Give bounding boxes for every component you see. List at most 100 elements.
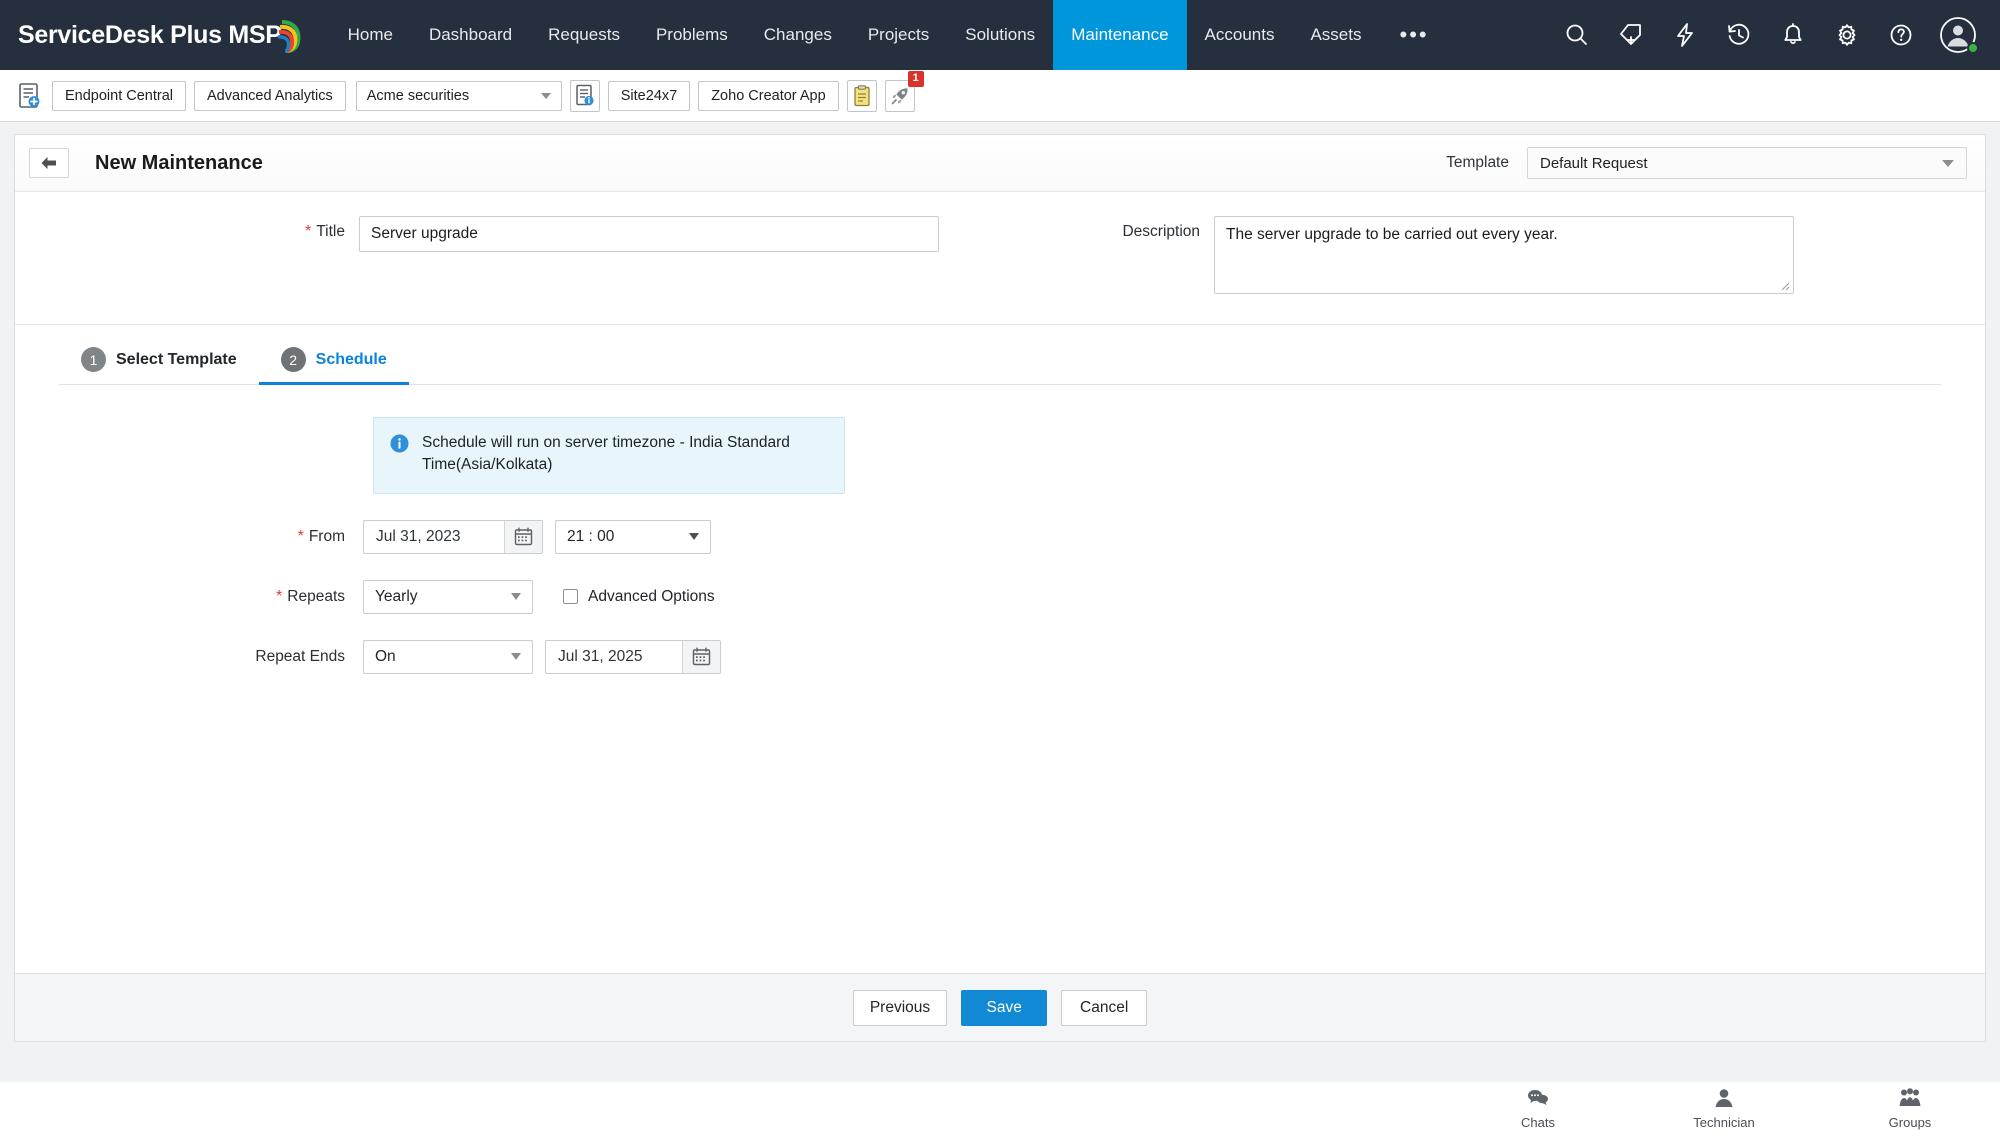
advanced-analytics-button[interactable]: Advanced Analytics: [194, 81, 346, 111]
from-row: * From Jul 31, 2023: [15, 520, 1985, 554]
repeat-ends-select[interactable]: On: [363, 640, 533, 674]
schedule-form: Schedule will run on server timezone - I…: [15, 385, 1985, 973]
from-date-picker[interactable]: Jul 31, 2023: [363, 520, 543, 554]
repeats-label: * Repeats: [15, 588, 345, 606]
apps-toolbar: Endpoint Central Advanced Analytics Acme…: [0, 70, 2000, 122]
nav-item-requests[interactable]: Requests: [530, 0, 638, 70]
nav-item-projects[interactable]: Projects: [850, 0, 947, 70]
repeat-ends-date-picker[interactable]: Jul 31, 2025: [545, 640, 721, 674]
technician-button[interactable]: Technician: [1674, 1088, 1774, 1130]
chevron-down-icon: [689, 533, 699, 540]
from-label-text: From: [309, 528, 345, 545]
calendar-icon[interactable]: [504, 521, 542, 553]
rocket-badge-count: 1: [908, 71, 924, 87]
add-ticket-icon[interactable]: [1614, 18, 1648, 52]
title-label-text: Title: [316, 223, 345, 240]
nav-item-dashboard[interactable]: Dashboard: [411, 0, 530, 70]
groups-label: Groups: [1889, 1115, 1932, 1130]
repeats-select[interactable]: Yearly: [363, 580, 533, 614]
recent-history-icon[interactable]: [1722, 18, 1756, 52]
description-textarea[interactable]: The server upgrade to be carried out eve…: [1214, 216, 1794, 294]
account-info-icon[interactable]: [570, 80, 600, 112]
nav-item-home[interactable]: Home: [330, 0, 411, 70]
chevron-down-icon: [511, 653, 521, 660]
chats-button[interactable]: Chats: [1488, 1088, 1588, 1130]
step-label-schedule: Schedule: [316, 351, 387, 369]
nav-item-assets[interactable]: Assets: [1292, 0, 1379, 70]
repeat-ends-fields: On Jul 31, 2025: [363, 640, 721, 674]
app-logo[interactable]: ServiceDesk Plus MSP: [0, 0, 318, 70]
cancel-button[interactable]: Cancel: [1061, 990, 1147, 1026]
online-status-dot: [1967, 42, 1979, 54]
info-icon: [390, 434, 409, 477]
step-tab-select-template[interactable]: 1 Select Template: [59, 347, 259, 384]
nav-item-solutions[interactable]: Solutions: [947, 0, 1053, 70]
account-select[interactable]: Acme securities: [356, 81, 562, 111]
nav-item-accounts[interactable]: Accounts: [1187, 0, 1293, 70]
logo-swoosh-icon: [278, 20, 304, 50]
chevron-down-icon: [511, 593, 521, 600]
chats-label: Chats: [1521, 1115, 1555, 1130]
from-time-value: 21 : 00: [567, 528, 614, 546]
card-header: New Maintenance Template Default Request: [15, 135, 1985, 191]
repeat-ends-date-value: Jul 31, 2025: [546, 641, 682, 673]
from-date-value: Jul 31, 2023: [364, 521, 504, 553]
page-title: New Maintenance: [95, 152, 263, 175]
advanced-options-label: Advanced Options: [588, 588, 715, 606]
search-icon[interactable]: [1560, 18, 1594, 52]
advanced-options-checkbox-wrapper[interactable]: Advanced Options: [563, 588, 715, 606]
top-nav-icon-group: [1560, 0, 2000, 70]
nav-item-maintenance[interactable]: Maintenance: [1053, 0, 1186, 70]
chevron-down-icon: [541, 93, 551, 99]
account-select-value: Acme securities: [367, 88, 469, 104]
required-asterisk: *: [298, 528, 304, 545]
back-arrow-icon[interactable]: [29, 148, 69, 178]
step-number-1: 1: [81, 347, 106, 372]
description-textarea-value: The server upgrade to be carried out eve…: [1226, 226, 1558, 243]
help-icon[interactable]: [1884, 18, 1918, 52]
quick-actions-icon[interactable]: [1668, 18, 1702, 52]
repeat-ends-row: Repeat Ends On Jul 31, 2025: [15, 640, 1985, 674]
required-asterisk: *: [276, 588, 282, 605]
template-select-value: Default Request: [1540, 155, 1648, 172]
advanced-options-checkbox[interactable]: [563, 589, 578, 604]
repeat-ends-label: Repeat Ends: [15, 648, 345, 666]
notifications-bell-icon[interactable]: [1776, 18, 1810, 52]
previous-button[interactable]: Previous: [853, 990, 947, 1026]
from-time-select[interactable]: 21 : 00: [555, 520, 711, 554]
required-asterisk: *: [305, 223, 311, 240]
save-button[interactable]: Save: [961, 990, 1047, 1026]
step-label-select-template: Select Template: [116, 351, 237, 369]
brand-text: ServiceDesk Plus MSP: [18, 21, 282, 50]
calendar-icon[interactable]: [682, 641, 720, 673]
nav-item-changes[interactable]: Changes: [746, 0, 850, 70]
user-avatar[interactable]: [1938, 15, 1978, 55]
card-footer-actions: Previous Save Cancel: [15, 973, 1985, 1041]
wizard-step-tabs: 1 Select Template 2 Schedule: [59, 325, 1941, 385]
technician-icon: [1713, 1088, 1735, 1113]
template-selector-group: Template Default Request: [1446, 147, 1967, 179]
resize-handle-icon[interactable]: [1779, 280, 1791, 292]
nav-item-more[interactable]: •••: [1380, 0, 1449, 70]
template-select[interactable]: Default Request: [1527, 147, 1967, 179]
add-application-icon[interactable]: [14, 80, 44, 112]
endpoint-central-button[interactable]: Endpoint Central: [52, 81, 186, 111]
new-maintenance-card: New Maintenance Template Default Request…: [14, 134, 1986, 1042]
site24x7-button[interactable]: Site24x7: [608, 81, 690, 111]
title-input[interactable]: Server upgrade: [359, 216, 939, 252]
nav-item-problems[interactable]: Problems: [638, 0, 746, 70]
groups-icon: [1898, 1088, 1922, 1113]
chats-icon: [1527, 1088, 1549, 1113]
title-input-value: Server upgrade: [371, 225, 478, 243]
title-field-group: * Title Server upgrade: [15, 216, 990, 294]
chevron-down-icon: [1942, 160, 1954, 167]
from-label: * From: [15, 528, 345, 546]
zoho-creator-app-button[interactable]: Zoho Creator App: [698, 81, 838, 111]
repeat-ends-select-value: On: [375, 648, 396, 666]
groups-button[interactable]: Groups: [1860, 1088, 1960, 1130]
step-tab-schedule[interactable]: 2 Schedule: [259, 347, 409, 384]
description-field-group: Description The server upgrade to be car…: [990, 216, 1985, 294]
repeats-label-text: Repeats: [287, 588, 345, 605]
settings-gear-icon[interactable]: [1830, 18, 1864, 52]
clipboard-icon[interactable]: [847, 80, 877, 112]
